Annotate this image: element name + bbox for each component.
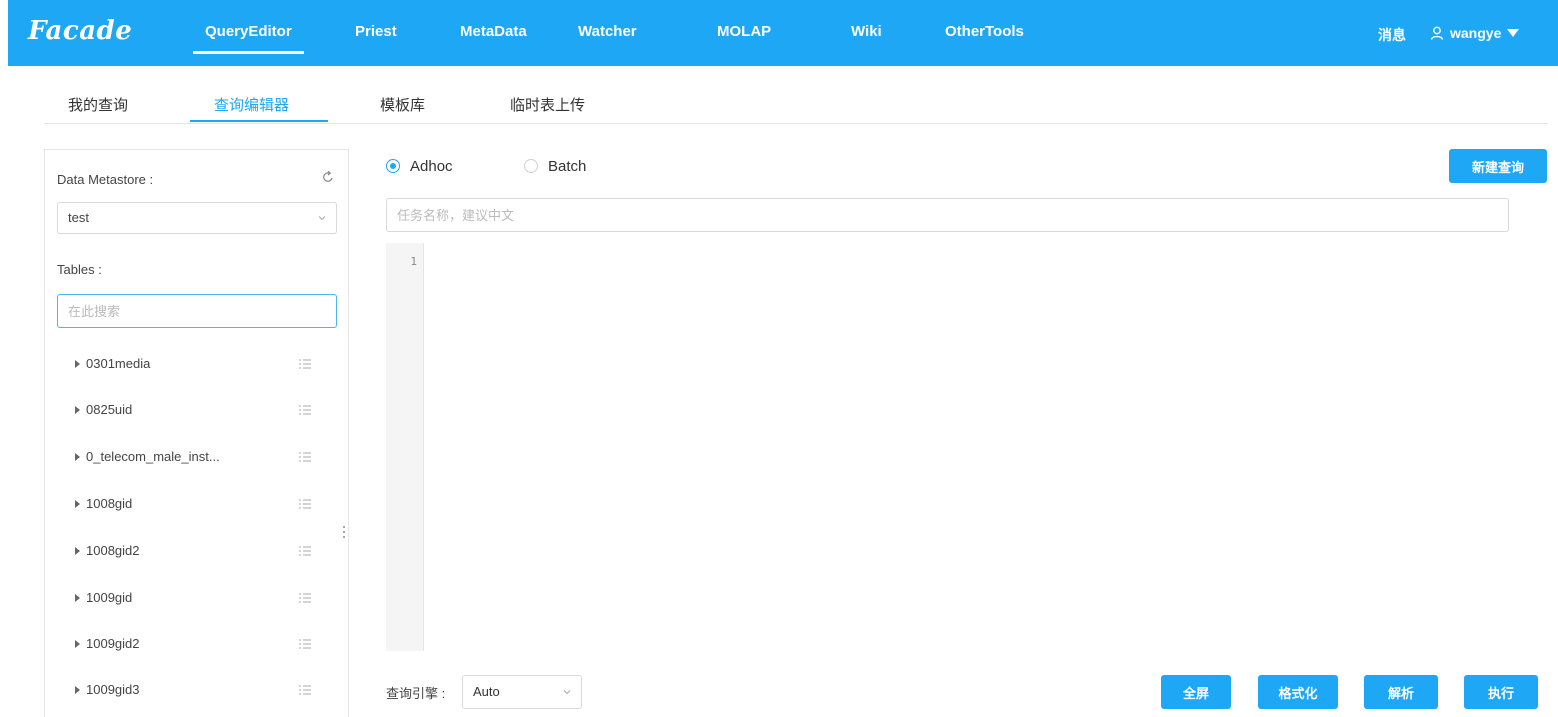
table-name: 1009gid — [86, 590, 133, 605]
table-search-input[interactable] — [57, 294, 337, 328]
nav-item-queryeditor[interactable]: QueryEditor — [193, 0, 304, 60]
mode-radio-adhoc[interactable]: Adhoc — [386, 158, 453, 178]
fullscreen-button[interactable]: 全屏 — [1161, 675, 1231, 709]
nav-item-metadata[interactable]: MetaData — [460, 0, 527, 60]
sql-code-editor[interactable]: 1 — [386, 243, 1509, 651]
list-icon[interactable] — [299, 639, 311, 649]
table-list-item[interactable]: 0_telecom_male_inst... — [75, 445, 325, 469]
chevron-down-icon — [563, 690, 571, 695]
messages-link[interactable]: 消息 — [1378, 25, 1406, 45]
table-list-item[interactable]: 1009gid3 — [75, 678, 325, 702]
radio-label: Batch — [548, 158, 587, 175]
engine-label: 查询引擎 : — [386, 686, 446, 701]
radio-label: Adhoc — [410, 158, 453, 175]
table-name: 1009gid3 — [86, 682, 140, 697]
username: wangye — [1450, 25, 1502, 41]
nav-item-othertools[interactable]: OtherTools — [945, 0, 1024, 60]
expand-caret-icon[interactable] — [75, 406, 80, 414]
caret-down-icon — [1507, 29, 1520, 37]
format-button[interactable]: 格式化 — [1258, 675, 1338, 709]
user-icon — [1430, 26, 1444, 40]
table-list-item[interactable]: 0301media — [75, 352, 325, 376]
mode-radio-batch[interactable]: Batch — [524, 158, 586, 178]
metastore-panel: Data Metastore : test Tables : 0301media… — [44, 149, 349, 717]
list-icon[interactable] — [299, 359, 311, 369]
new-query-button[interactable]: 新建查询 — [1449, 149, 1547, 183]
metastore-label: Data Metastore : — [57, 172, 154, 187]
chevron-down-icon — [318, 216, 326, 221]
engine-select[interactable]: Auto — [462, 675, 582, 709]
table-list-item[interactable]: 0825uid — [75, 398, 325, 422]
active-tab-indicator — [190, 120, 328, 122]
execute-button[interactable]: 执行 — [1464, 675, 1538, 709]
expand-caret-icon[interactable] — [75, 594, 80, 602]
list-icon[interactable] — [299, 452, 311, 462]
top-navigation-bar: Facade QueryEditor Priest MetaData Watch… — [8, 0, 1558, 66]
expand-caret-icon[interactable] — [75, 500, 80, 508]
tab-my-queries[interactable]: 我的查询 — [68, 94, 128, 115]
table-name: 1008gid2 — [86, 543, 140, 558]
table-list-item[interactable]: 1008gid — [75, 492, 325, 516]
expand-caret-icon[interactable] — [75, 360, 80, 368]
list-icon[interactable] — [299, 593, 311, 603]
user-menu[interactable]: wangye — [1430, 25, 1520, 41]
radio-checked-icon — [386, 159, 400, 173]
table-name: 1009gid2 — [86, 636, 140, 651]
list-icon[interactable] — [299, 546, 311, 556]
table-name: 0_telecom_male_inst... — [86, 449, 220, 464]
facade-logo[interactable]: Facade — [28, 16, 132, 46]
table-name: 0301media — [86, 356, 151, 371]
expand-caret-icon[interactable] — [75, 686, 80, 694]
line-number-gutter: 1 — [386, 243, 424, 651]
code-area[interactable] — [424, 243, 1509, 651]
table-name: 1008gid — [86, 496, 133, 511]
task-name-input[interactable] — [386, 198, 1509, 232]
table-list-item[interactable]: 1009gid — [75, 586, 325, 610]
expand-caret-icon[interactable] — [75, 640, 80, 648]
tab-query-editor[interactable]: 查询编辑器 — [214, 94, 289, 115]
list-icon[interactable] — [299, 499, 311, 509]
refresh-icon[interactable] — [321, 170, 335, 184]
table-list-item[interactable]: 1009gid2 — [75, 632, 325, 656]
parse-button[interactable]: 解析 — [1364, 675, 1438, 709]
nav-item-molap[interactable]: MOLAP — [717, 0, 771, 60]
tab-template-library[interactable]: 模板库 — [380, 94, 425, 115]
expand-caret-icon[interactable] — [75, 453, 80, 461]
metastore-select[interactable]: test — [57, 202, 337, 234]
tables-label: Tables : — [57, 262, 102, 277]
engine-value: Auto — [473, 684, 500, 699]
nav-item-wiki[interactable]: Wiki — [851, 0, 882, 60]
radio-unchecked-icon — [524, 159, 538, 173]
sub-tabs: 我的查询 查询编辑器 模板库 临时表上传 — [44, 80, 1548, 124]
list-icon[interactable] — [299, 405, 311, 415]
nav-item-watcher[interactable]: Watcher — [578, 0, 637, 60]
expand-caret-icon[interactable] — [75, 547, 80, 555]
table-name: 0825uid — [86, 402, 133, 417]
table-list-item[interactable]: 1008gid2 — [75, 539, 325, 563]
line-number: 1 — [410, 255, 417, 268]
tab-temp-table-upload[interactable]: 临时表上传 — [510, 94, 585, 115]
list-icon[interactable] — [299, 685, 311, 695]
nav-item-priest[interactable]: Priest — [355, 0, 397, 60]
panel-resize-handle[interactable] — [342, 524, 346, 540]
metastore-value: test — [68, 210, 89, 225]
